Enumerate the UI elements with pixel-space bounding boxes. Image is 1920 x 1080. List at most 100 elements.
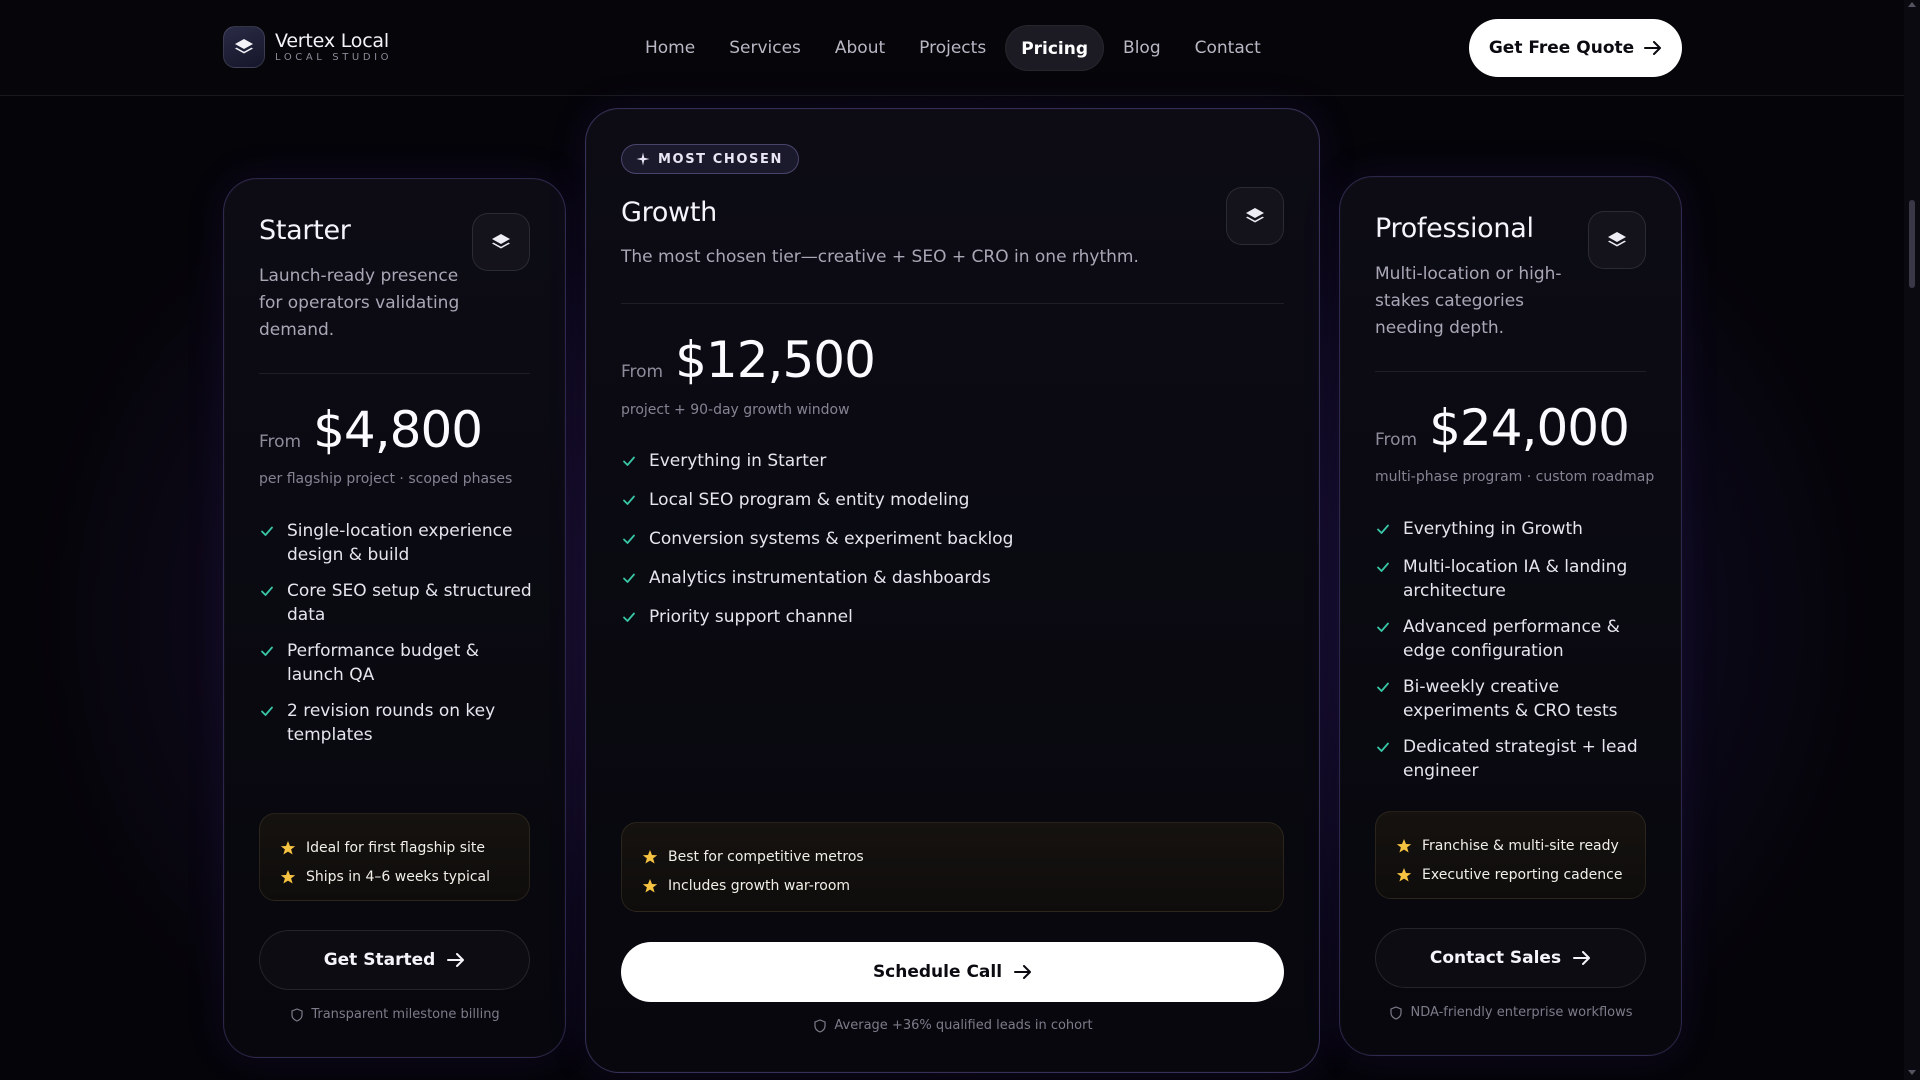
- shield-icon: [291, 1007, 303, 1022]
- scroll-thumb[interactable]: [1909, 200, 1915, 288]
- page-scrollbar[interactable]: [1904, 0, 1920, 1080]
- feature-item: Analytics instrumentation & dashboards: [621, 566, 1261, 590]
- scroll-down-arrow[interactable]: [1908, 1070, 1916, 1075]
- check-icon: [1377, 562, 1389, 572]
- highlight-item: Executive reporting cadence: [1396, 860, 1645, 889]
- price-row: From $12,500: [621, 331, 876, 389]
- schedule-call-button[interactable]: Schedule Call: [621, 942, 1284, 1002]
- feature-item: 2 revision rounds on key templates: [259, 699, 539, 747]
- plan-description: Multi-location or high-stakes categories…: [1375, 264, 1562, 338]
- feature-item: Everything in Starter: [621, 449, 1261, 473]
- star-icon: [1396, 838, 1412, 852]
- feature-item: Dedicated strategist + lead engineer: [1375, 735, 1660, 783]
- nav-contact[interactable]: Contact: [1180, 25, 1276, 71]
- brand-subtitle: LOCAL STUDIO: [275, 51, 393, 63]
- get-free-quote-label: Get Free Quote: [1488, 38, 1635, 58]
- feature-item: Single-location experience design & buil…: [259, 519, 539, 567]
- highlights-box: Ideal for first flagship site Ships in 4…: [259, 813, 530, 901]
- highlight-item: Best for competitive metros: [642, 842, 1283, 871]
- check-icon: [261, 706, 273, 716]
- check-icon: [623, 534, 635, 544]
- price-row: From $4,800: [259, 401, 483, 459]
- feature-item: Bi-weekly creative experiments & CRO tes…: [1375, 675, 1660, 723]
- star-icon: [642, 849, 658, 863]
- footnote: Average +36% qualified leads in cohort: [586, 1018, 1321, 1033]
- star-icon: [280, 869, 296, 883]
- highlight-item: Franchise & multi-site ready: [1396, 831, 1645, 860]
- get-started-button[interactable]: Get Started: [259, 930, 530, 990]
- price-prefix: From: [259, 432, 302, 452]
- shield-icon: [1390, 1005, 1403, 1020]
- schedule-call-label: Schedule Call: [872, 962, 1003, 982]
- nav-pricing[interactable]: Pricing: [1005, 25, 1105, 71]
- nav-home[interactable]: Home: [630, 25, 710, 71]
- plan-card-starter: Starter Launch-ready presence for operat…: [223, 178, 566, 1058]
- price-prefix: From: [621, 362, 664, 382]
- check-icon: [1377, 622, 1389, 632]
- check-icon: [623, 573, 635, 583]
- star-icon: [642, 878, 658, 892]
- highlight-item: Ideal for first flagship site: [280, 833, 529, 862]
- plan-description: The most chosen tier—creative + SEO + CR…: [621, 247, 1139, 267]
- price-note: project + 90-day growth window: [621, 402, 850, 418]
- feature-item: Multi-location IA & landing architecture: [1375, 555, 1660, 603]
- divider: [621, 303, 1284, 304]
- check-icon: [623, 456, 635, 466]
- check-icon: [1377, 524, 1389, 534]
- price-note: multi-phase program · custom roadmap: [1375, 469, 1655, 485]
- feature-item: Core SEO setup & structured data: [259, 579, 539, 627]
- plan-title: Growth: [621, 197, 717, 228]
- price-row: From $24,000: [1375, 399, 1630, 457]
- star-icon: [1396, 867, 1412, 881]
- arrow-right-icon: [1644, 41, 1662, 55]
- nav-about[interactable]: About: [820, 25, 900, 71]
- footnote: NDA-friendly enterprise workflows: [1340, 1005, 1683, 1020]
- feature-item: Performance budget & launch QA: [259, 639, 539, 687]
- feature-list: Single-location experience design & buil…: [259, 519, 539, 747]
- highlights-box: Franchise & multi-site ready Executive r…: [1375, 811, 1646, 899]
- check-icon: [1377, 682, 1389, 692]
- nav-projects[interactable]: Projects: [904, 25, 1001, 71]
- plan-title: Starter: [259, 215, 351, 246]
- layers-icon: [223, 26, 265, 68]
- nav-blog[interactable]: Blog: [1108, 25, 1176, 71]
- plan-card-professional: Professional Multi-location or high-stak…: [1339, 176, 1682, 1056]
- price-note: per flagship project · scoped phases: [259, 471, 513, 487]
- feature-item: Local SEO program & entity modeling: [621, 488, 1261, 512]
- price-amount: $4,800: [313, 401, 483, 459]
- scroll-up-arrow[interactable]: [1908, 2, 1916, 7]
- feature-item: Conversion systems & experiment backlog: [621, 527, 1261, 551]
- check-icon: [1377, 742, 1389, 752]
- contact-sales-label: Contact Sales: [1429, 948, 1562, 968]
- check-icon: [261, 646, 273, 656]
- brand[interactable]: Vertex Local LOCAL STUDIO: [223, 26, 392, 68]
- feature-list: Everything in Starter Local SEO program …: [621, 449, 1261, 629]
- divider: [1375, 371, 1646, 372]
- layers-icon: [1226, 187, 1284, 245]
- footnote: Transparent milestone billing: [224, 1007, 567, 1022]
- feature-list: Everything in Growth Multi-location IA &…: [1375, 517, 1660, 783]
- contact-sales-button[interactable]: Contact Sales: [1375, 928, 1646, 988]
- site-header: Vertex Local LOCAL STUDIO Home Services …: [0, 0, 1904, 96]
- highlight-item: Ships in 4–6 weeks typical: [280, 862, 529, 891]
- layers-icon: [1588, 211, 1646, 269]
- plan-card-growth: MOST CHOSEN Growth The most chosen tier—…: [585, 108, 1320, 1073]
- plan-title: Professional: [1375, 213, 1534, 244]
- get-free-quote-button[interactable]: Get Free Quote: [1469, 19, 1682, 77]
- arrow-right-icon: [1014, 965, 1032, 979]
- check-icon: [623, 612, 635, 622]
- shield-icon: [814, 1018, 827, 1033]
- highlight-item: Includes growth war-room: [642, 871, 1283, 900]
- plan-description: Launch-ready presence for operators vali…: [259, 266, 460, 340]
- check-icon: [623, 495, 635, 505]
- nav-services[interactable]: Services: [714, 25, 816, 71]
- layers-icon: [472, 213, 530, 271]
- get-started-label: Get Started: [323, 950, 436, 970]
- price-amount: $12,500: [675, 331, 876, 389]
- most-chosen-badge: MOST CHOSEN: [621, 144, 799, 174]
- feature-item: Priority support channel: [621, 605, 1261, 629]
- star-icon: [280, 840, 296, 854]
- feature-item: Advanced performance & edge configuratio…: [1375, 615, 1660, 663]
- divider: [259, 373, 530, 374]
- arrow-right-icon: [447, 953, 465, 967]
